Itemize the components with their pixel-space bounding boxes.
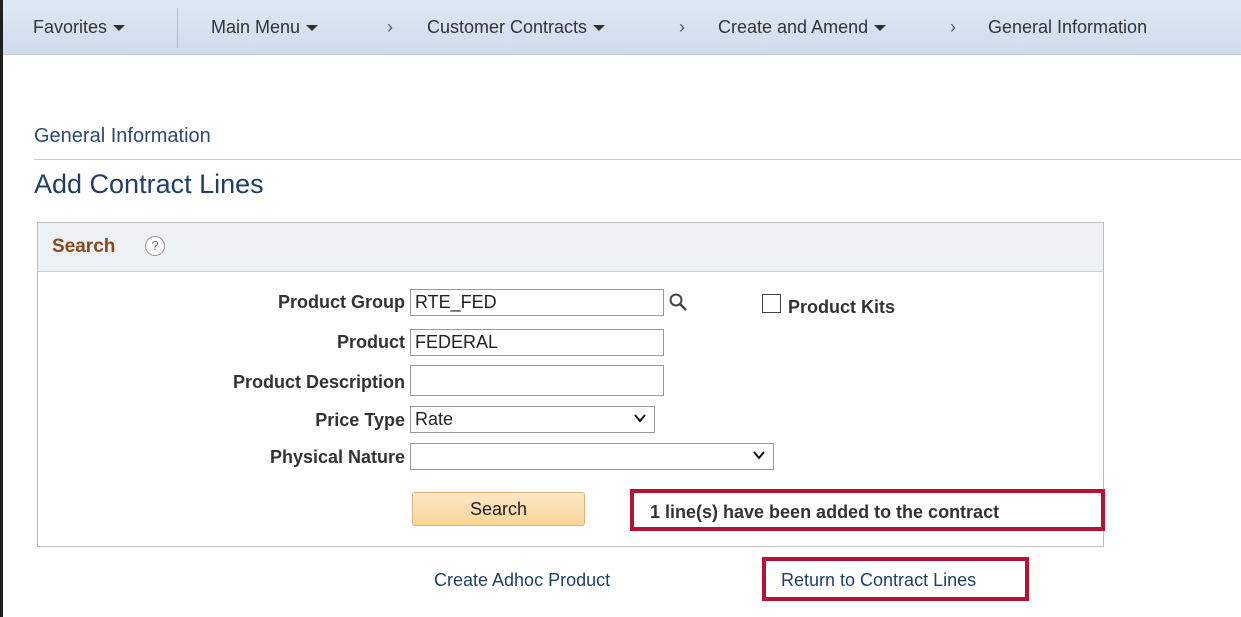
nav-general-information[interactable]: General Information <box>988 17 1147 38</box>
product-description-label: Product Description <box>232 372 405 392</box>
product-label: Product <box>336 332 405 352</box>
navigation-bar: Favorites Main Menu › Customer Contracts… <box>3 0 1241 55</box>
search-button[interactable]: Search <box>412 492 585 526</box>
status-message-highlight: 1 line(s) have been added to the contrac… <box>630 489 1105 531</box>
physical-nature-label: Physical Nature <box>269 447 405 467</box>
help-icon[interactable]: ? <box>145 236 165 256</box>
chevron-down-icon <box>874 25 887 32</box>
search-panel-header: Search ? <box>38 223 1103 272</box>
page-subtitle: General Information <box>34 125 211 147</box>
breadcrumb-chevron-icon: › <box>950 17 956 37</box>
chevron-down-icon <box>306 25 319 32</box>
nav-main-menu-label: Main Menu <box>211 17 301 37</box>
status-message: 1 line(s) have been added to the contrac… <box>650 502 1000 522</box>
chevron-down-icon <box>593 25 606 32</box>
price-type-select[interactable]: Rate <box>410 406 655 433</box>
window-border <box>0 0 3 617</box>
physical-nature-select[interactable] <box>410 443 774 470</box>
product-kits-checkbox[interactable] <box>762 294 781 313</box>
product-kits-label: Product Kits <box>788 297 896 317</box>
nav-favorites-label: Favorites <box>33 17 108 37</box>
price-type-value: Rate <box>415 409 454 429</box>
chevron-down-icon <box>113 25 126 32</box>
nav-customer-contracts-label: Customer Contracts <box>427 17 588 37</box>
breadcrumb-chevron-icon: › <box>387 17 393 37</box>
page-title: Add Contract Lines <box>34 169 264 199</box>
product-group-label: Product Group <box>278 292 405 312</box>
nav-create-and-amend-label: Create and Amend <box>718 17 869 37</box>
nav-create-and-amend[interactable]: Create and Amend <box>718 17 887 38</box>
return-to-contract-lines-link[interactable]: Return to Contract Lines <box>781 570 976 591</box>
product-group-input[interactable]: RTE_FED <box>410 289 664 316</box>
nav-customer-contracts[interactable]: Customer Contracts <box>427 17 606 38</box>
nav-main-menu[interactable]: Main Menu <box>211 17 319 38</box>
nav-divider <box>177 8 178 48</box>
product-input[interactable]: FEDERAL <box>410 329 664 356</box>
product-description-input[interactable] <box>410 365 664 396</box>
search-panel-title: Search <box>52 236 116 257</box>
nav-favorites[interactable]: Favorites <box>33 17 126 38</box>
chevron-down-icon <box>634 414 646 423</box>
lookup-magnifier-icon[interactable] <box>668 292 688 312</box>
breadcrumb-chevron-icon: › <box>679 17 685 37</box>
price-type-label: Price Type <box>315 410 405 430</box>
chevron-down-icon <box>753 451 765 460</box>
divider <box>34 159 1241 160</box>
nav-general-information-label: General Information <box>988 17 1148 37</box>
create-adhoc-product-link[interactable]: Create Adhoc Product <box>434 570 610 591</box>
